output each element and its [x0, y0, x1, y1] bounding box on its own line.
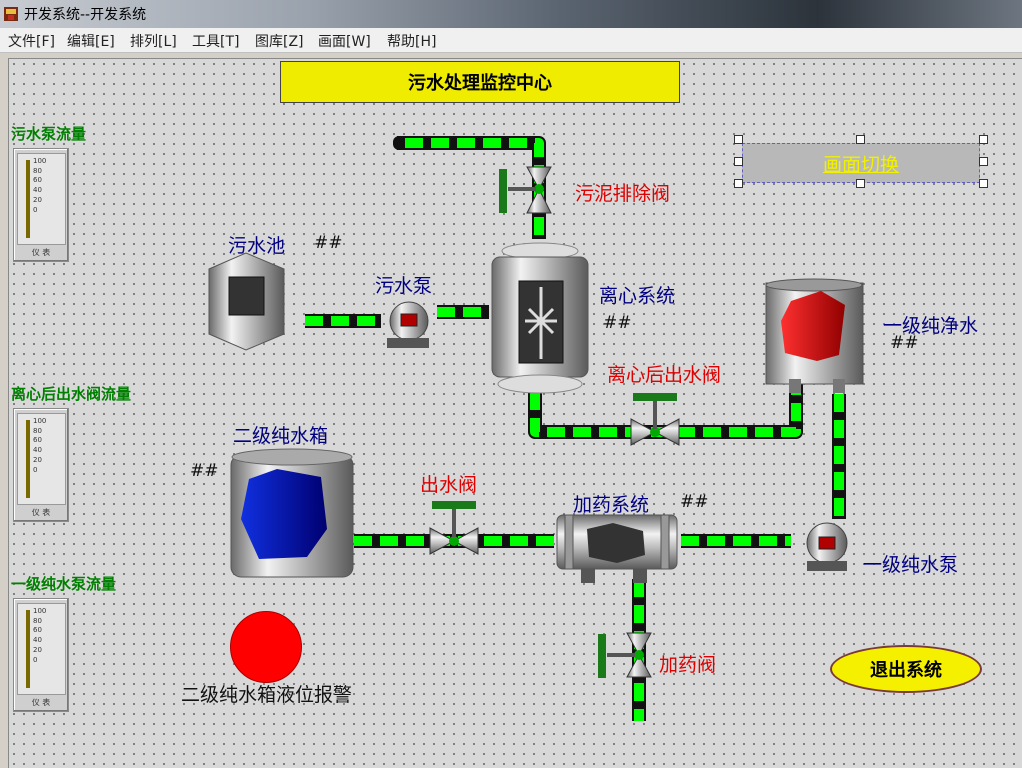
value-sewage-pool: ## [314, 233, 343, 253]
tank-2-level-alarm-indicator [230, 611, 302, 683]
tank-2-icon [230, 448, 354, 578]
sewage-pool-icon [208, 252, 285, 351]
label-tank-2-alarm: 二级纯水箱液位报警 [181, 684, 353, 706]
label-tank-2: 二级纯水箱 [233, 425, 329, 447]
sludge-valve-icon [499, 166, 552, 214]
menu-gallery[interactable]: 图库[Z] [255, 31, 304, 51]
label-outlet-valve: 出水阀 [420, 474, 478, 496]
pure-water-pump-icon [806, 522, 848, 571]
menu-tools[interactable]: 工具[T] [192, 31, 239, 51]
dosing-valve-icon [598, 632, 652, 678]
resize-handle-w[interactable] [734, 157, 743, 166]
value-tank-2: ## [190, 461, 219, 481]
menu-screen[interactable]: 画面[W] [318, 31, 371, 51]
switch-screen-label: 画面切换 [822, 153, 899, 176]
centrifuge-icon [491, 242, 589, 394]
flow-meter-sewage-pump: 100 80 60 40 20 0 仪 表 [13, 148, 69, 262]
label-sludge-valve: 污泥排除阀 [575, 183, 671, 205]
dosing-system-icon [556, 514, 678, 583]
value-pure-water-1: ## [890, 333, 919, 353]
sewage-pump-icon [387, 301, 429, 348]
label-pure-water-pump: 一级纯水泵 [863, 554, 959, 576]
exit-system-button[interactable]: 退出系统 [830, 645, 982, 693]
menu-edit[interactable]: 编辑[E] [67, 31, 115, 51]
meter-label-pure-water-pump: 一级纯水泵流量 [11, 575, 117, 593]
menu-bar: 文件[F] 编辑[E] 排列[L] 工具[T] 图库[Z] 画面[W] 帮助[H… [0, 28, 1022, 53]
title-bar: 开发系统--开发系统 [0, 0, 1022, 28]
label-centrifuge: 离心系统 [599, 285, 676, 307]
design-canvas[interactable]: 污水处理监控中心 污水泵流量 100 80 60 40 20 0 仪 表 离心后… [8, 58, 1022, 768]
flow-meter-pure-water-pump: 100 80 60 40 20 0 仪 表 [13, 598, 69, 712]
value-dosing-system: ## [680, 492, 709, 512]
label-dosing-valve: 加药阀 [659, 654, 717, 676]
pure-water-tank-icon [765, 278, 864, 393]
resize-handle-nw[interactable] [734, 135, 743, 144]
resize-handle-s[interactable] [856, 179, 865, 188]
switch-screen-button[interactable]: 画面切换 [742, 143, 980, 183]
menu-file[interactable]: 文件[F] [8, 31, 55, 51]
resize-handle-se[interactable] [979, 179, 988, 188]
flow-meter-centrifuge-outlet: 100 80 60 40 20 0 仪 表 [13, 408, 69, 522]
label-sewage-pool: 污水池 [228, 235, 286, 257]
label-centrifuge-outlet-valve: 离心后出水阀 [607, 364, 722, 386]
resize-handle-n[interactable] [856, 135, 865, 144]
exit-system-label: 退出系统 [870, 660, 942, 681]
label-dosing-system: 加药系统 [573, 494, 650, 516]
meter-label-centrifuge-outlet: 离心后出水阀流量 [11, 385, 132, 403]
window-title: 开发系统--开发系统 [24, 7, 147, 23]
resize-handle-ne[interactable] [979, 135, 988, 144]
menu-arrange[interactable]: 排列[L] [130, 31, 177, 51]
menu-help[interactable]: 帮助[H] [387, 31, 436, 51]
meter-label-sewage-pump: 污水泵流量 [11, 125, 87, 143]
resize-handle-sw[interactable] [734, 179, 743, 188]
label-sewage-pump: 污水泵 [375, 275, 433, 297]
app-icon [4, 7, 18, 21]
value-centrifuge: ## [603, 313, 632, 333]
resize-handle-e[interactable] [979, 157, 988, 166]
